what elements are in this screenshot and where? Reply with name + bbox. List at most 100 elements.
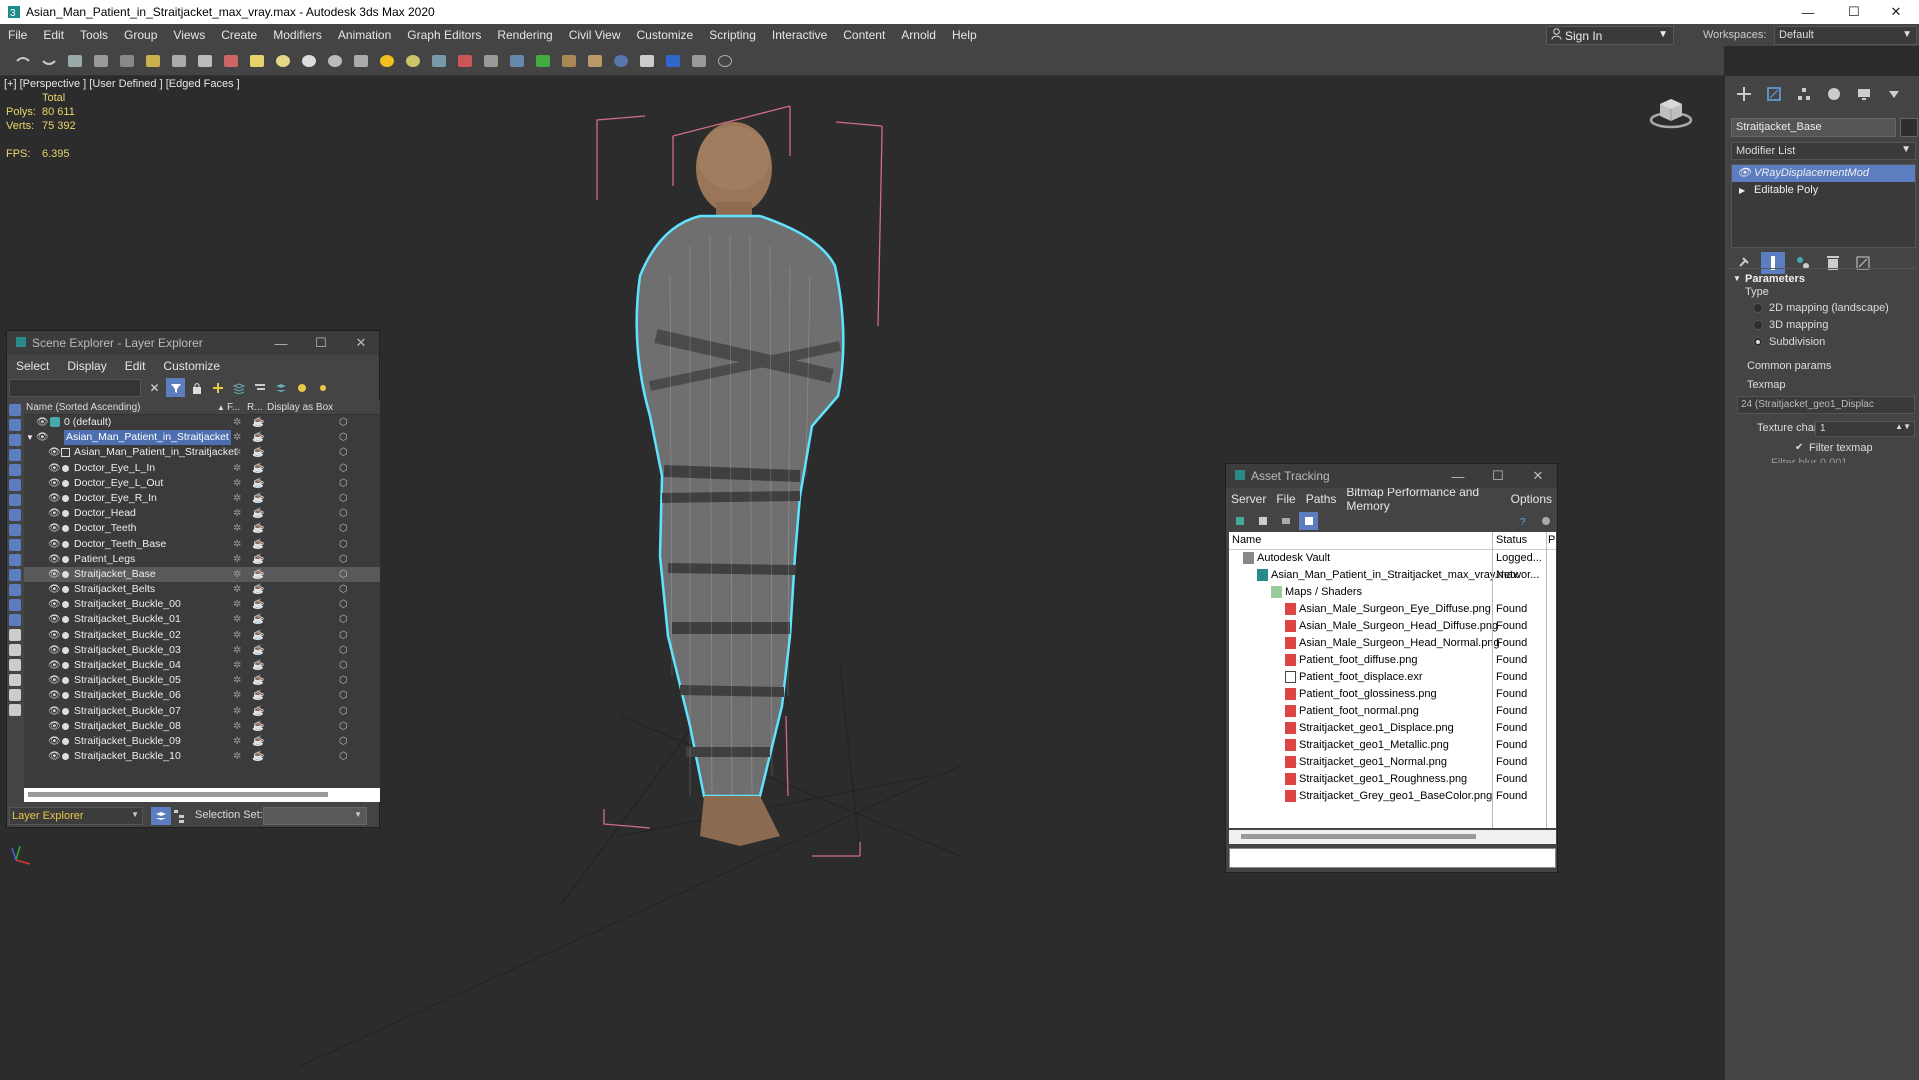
freeze-icon[interactable]: ✲ xyxy=(233,643,241,658)
unlink-icon[interactable] xyxy=(88,50,114,72)
freeze-icon[interactable]: ✲ xyxy=(233,612,241,627)
minimize-button[interactable]: — xyxy=(1785,0,1831,24)
eye-icon[interactable]: 👁 xyxy=(48,597,61,612)
redo-button[interactable] xyxy=(36,50,62,72)
display-as-box-icon[interactable]: ⬡ xyxy=(339,415,348,430)
hierarchy-tab-icon[interactable] xyxy=(1789,82,1819,106)
selection-filter-icon[interactable] xyxy=(140,50,166,72)
scene-row[interactable]: 👁 Doctor_Eye_L_Out ✲ ☕ ⬡ xyxy=(24,476,380,491)
eye-icon[interactable]: 👁 xyxy=(48,628,61,643)
freeze-icon[interactable]: ✲ xyxy=(233,552,241,567)
viewcube-icon[interactable] xyxy=(1648,94,1694,133)
close-button[interactable]: ✕ xyxy=(341,331,381,355)
create-cylinder-icon[interactable] xyxy=(296,50,322,72)
scene-row[interactable]: 👁 Straitjacket_Buckle_02 ✲ ☕ ⬡ xyxy=(24,628,380,643)
column-status-header[interactable]: Status xyxy=(1496,534,1527,546)
display-as-box-icon[interactable]: ⬡ xyxy=(339,430,348,445)
render-frame-icon[interactable] xyxy=(686,50,712,72)
menu-modifiers[interactable]: Modifiers xyxy=(265,24,330,46)
display-as-box-icon[interactable]: ⬡ xyxy=(339,537,348,552)
close-button[interactable]: ✕ xyxy=(1518,464,1558,488)
scene-row[interactable]: 👁 Straitjacket_Buckle_08 ✲ ☕ ⬡ xyxy=(24,719,380,734)
refresh-icon[interactable] xyxy=(1230,512,1249,530)
scene-row[interactable]: 👁 Straitjacket_Buckle_10 ✲ ☕ ⬡ xyxy=(24,749,380,764)
asset-row[interactable]: Asian_Man_Patient_in_Straitjacket_max_vr… xyxy=(1229,567,1556,584)
scene-row[interactable]: 👁 Straitjacket_Base ✲ ☕ ⬡ xyxy=(24,566,380,583)
curve-editor-icon[interactable] xyxy=(556,50,582,72)
freeze-icon[interactable]: ✲ xyxy=(233,521,241,536)
table-view-icon[interactable] xyxy=(1299,512,1318,530)
freeze-icon[interactable]: ✲ xyxy=(233,491,241,506)
scrollbar-thumb[interactable] xyxy=(1241,834,1476,839)
selection-set-select[interactable]: ▼ xyxy=(263,807,367,825)
freeze-icon[interactable]: ✲ xyxy=(233,673,241,688)
asset-row[interactable]: Patient_foot_normal.png Found xyxy=(1229,703,1556,720)
create-layer-icon[interactable] xyxy=(208,378,227,397)
material-editor-icon[interactable] xyxy=(608,50,634,72)
eye-icon[interactable]: 👁 xyxy=(48,688,61,703)
asset-row[interactable]: Straitjacket_geo1_Displace.png Found xyxy=(1229,720,1556,737)
modify-tab-icon[interactable] xyxy=(1759,82,1789,106)
angle-snap-icon[interactable] xyxy=(452,50,478,72)
renderable-teapot-icon[interactable]: ☕ xyxy=(252,734,264,749)
expand-triangle-icon[interactable]: ▼ xyxy=(26,430,34,445)
maximize-button[interactable]: ☐ xyxy=(301,331,341,355)
highlight-icon[interactable] xyxy=(292,378,311,397)
layer-stack-icon[interactable] xyxy=(271,378,290,397)
display-children-icon[interactable] xyxy=(9,629,21,641)
asset-row[interactable]: Asian_Male_Surgeon_Head_Diffuse.png Found xyxy=(1229,618,1556,635)
stack-item-vray-displacement[interactable]: 👁 VRayDisplacementMod xyxy=(1732,165,1915,182)
maximize-button[interactable]: ☐ xyxy=(1478,464,1518,488)
object-name-field[interactable]: Straitjacket_Base xyxy=(1731,118,1896,137)
menu-file[interactable]: File xyxy=(1271,492,1300,506)
asset-path-field[interactable] xyxy=(1229,848,1556,868)
column-render-header[interactable]: R... xyxy=(247,402,263,413)
minimize-button[interactable]: — xyxy=(261,331,301,355)
layers-icon[interactable] xyxy=(229,378,248,397)
display-dependents-icon[interactable] xyxy=(9,659,21,671)
undo-button[interactable] xyxy=(10,50,36,72)
renderable-teapot-icon[interactable]: ☕ xyxy=(252,612,264,627)
create-light-icon[interactable] xyxy=(374,50,400,72)
menu-options[interactable]: Options xyxy=(1506,492,1557,506)
renderable-teapot-icon[interactable]: ☕ xyxy=(252,658,264,673)
renderable-teapot-icon[interactable]: ☕ xyxy=(252,749,264,764)
scene-row[interactable]: 👁 Doctor_Teeth ✲ ☕ ⬡ xyxy=(24,521,380,536)
modifier-list-dropdown[interactable]: Modifier List ▼ xyxy=(1731,142,1916,160)
eye-icon[interactable]: 👁 xyxy=(48,491,61,506)
eye-icon[interactable]: 👁 xyxy=(48,658,61,673)
asset-row[interactable]: Asian_Male_Surgeon_Head_Normal.png Found xyxy=(1229,635,1556,652)
display-as-box-icon[interactable]: ⬡ xyxy=(339,612,348,627)
column-name-header[interactable]: Name (Sorted Ascending) xyxy=(26,402,141,413)
texmap-button[interactable]: 24 (Straitjacket_geo1_Displac xyxy=(1737,396,1915,414)
display-all-icon[interactable] xyxy=(9,584,21,596)
filter-icon[interactable] xyxy=(166,378,185,397)
column-divider[interactable] xyxy=(1546,532,1547,828)
scene-row[interactable]: ▼ 👁 Asian_Man_Patient_in_Straitjacket ✲ ☕ ⬡ xyxy=(24,430,380,446)
scene-row[interactable]: 👁 Straitjacket_Buckle_03 ✲ ☕ ⬡ xyxy=(24,643,380,658)
bind-space-warp-icon[interactable] xyxy=(114,50,140,72)
asset-row[interactable]: Patient_foot_displace.exr Found xyxy=(1229,669,1556,686)
renderable-teapot-icon[interactable]: ☕ xyxy=(252,673,264,688)
menu-graph-editors[interactable]: Graph Editors xyxy=(399,24,489,46)
display-as-box-icon[interactable]: ⬡ xyxy=(339,476,348,491)
renderable-teapot-icon[interactable]: ☕ xyxy=(252,445,264,460)
display-as-box-icon[interactable]: ⬡ xyxy=(339,628,348,643)
renderable-teapot-icon[interactable]: ☕ xyxy=(252,582,264,597)
freeze-icon[interactable]: ✲ xyxy=(233,597,241,612)
eye-icon[interactable]: 👁 xyxy=(48,643,61,658)
renderable-teapot-icon[interactable]: ☕ xyxy=(252,506,264,521)
menu-views[interactable]: Views xyxy=(165,24,213,46)
scene-row[interactable]: 👁 Doctor_Head ✲ ☕ ⬡ xyxy=(24,506,380,521)
spinner-arrows-icon[interactable]: ▲▼ xyxy=(1895,422,1911,431)
display-frozen-icon[interactable] xyxy=(9,554,21,566)
display-as-box-icon[interactable]: ⬡ xyxy=(339,704,348,719)
select-link-icon[interactable] xyxy=(62,50,88,72)
option-2d-mapping[interactable]: 2D mapping (landscape) xyxy=(1769,302,1889,314)
display-funnel-icon[interactable] xyxy=(9,689,21,701)
menu-server[interactable]: Server xyxy=(1226,492,1271,506)
help-icon[interactable]: ? xyxy=(1514,512,1533,530)
parameters-rollout-header[interactable]: ▼ Parameters xyxy=(1729,268,1916,288)
menu-create[interactable]: Create xyxy=(213,24,265,46)
display-as-box-icon[interactable]: ⬡ xyxy=(339,445,348,460)
